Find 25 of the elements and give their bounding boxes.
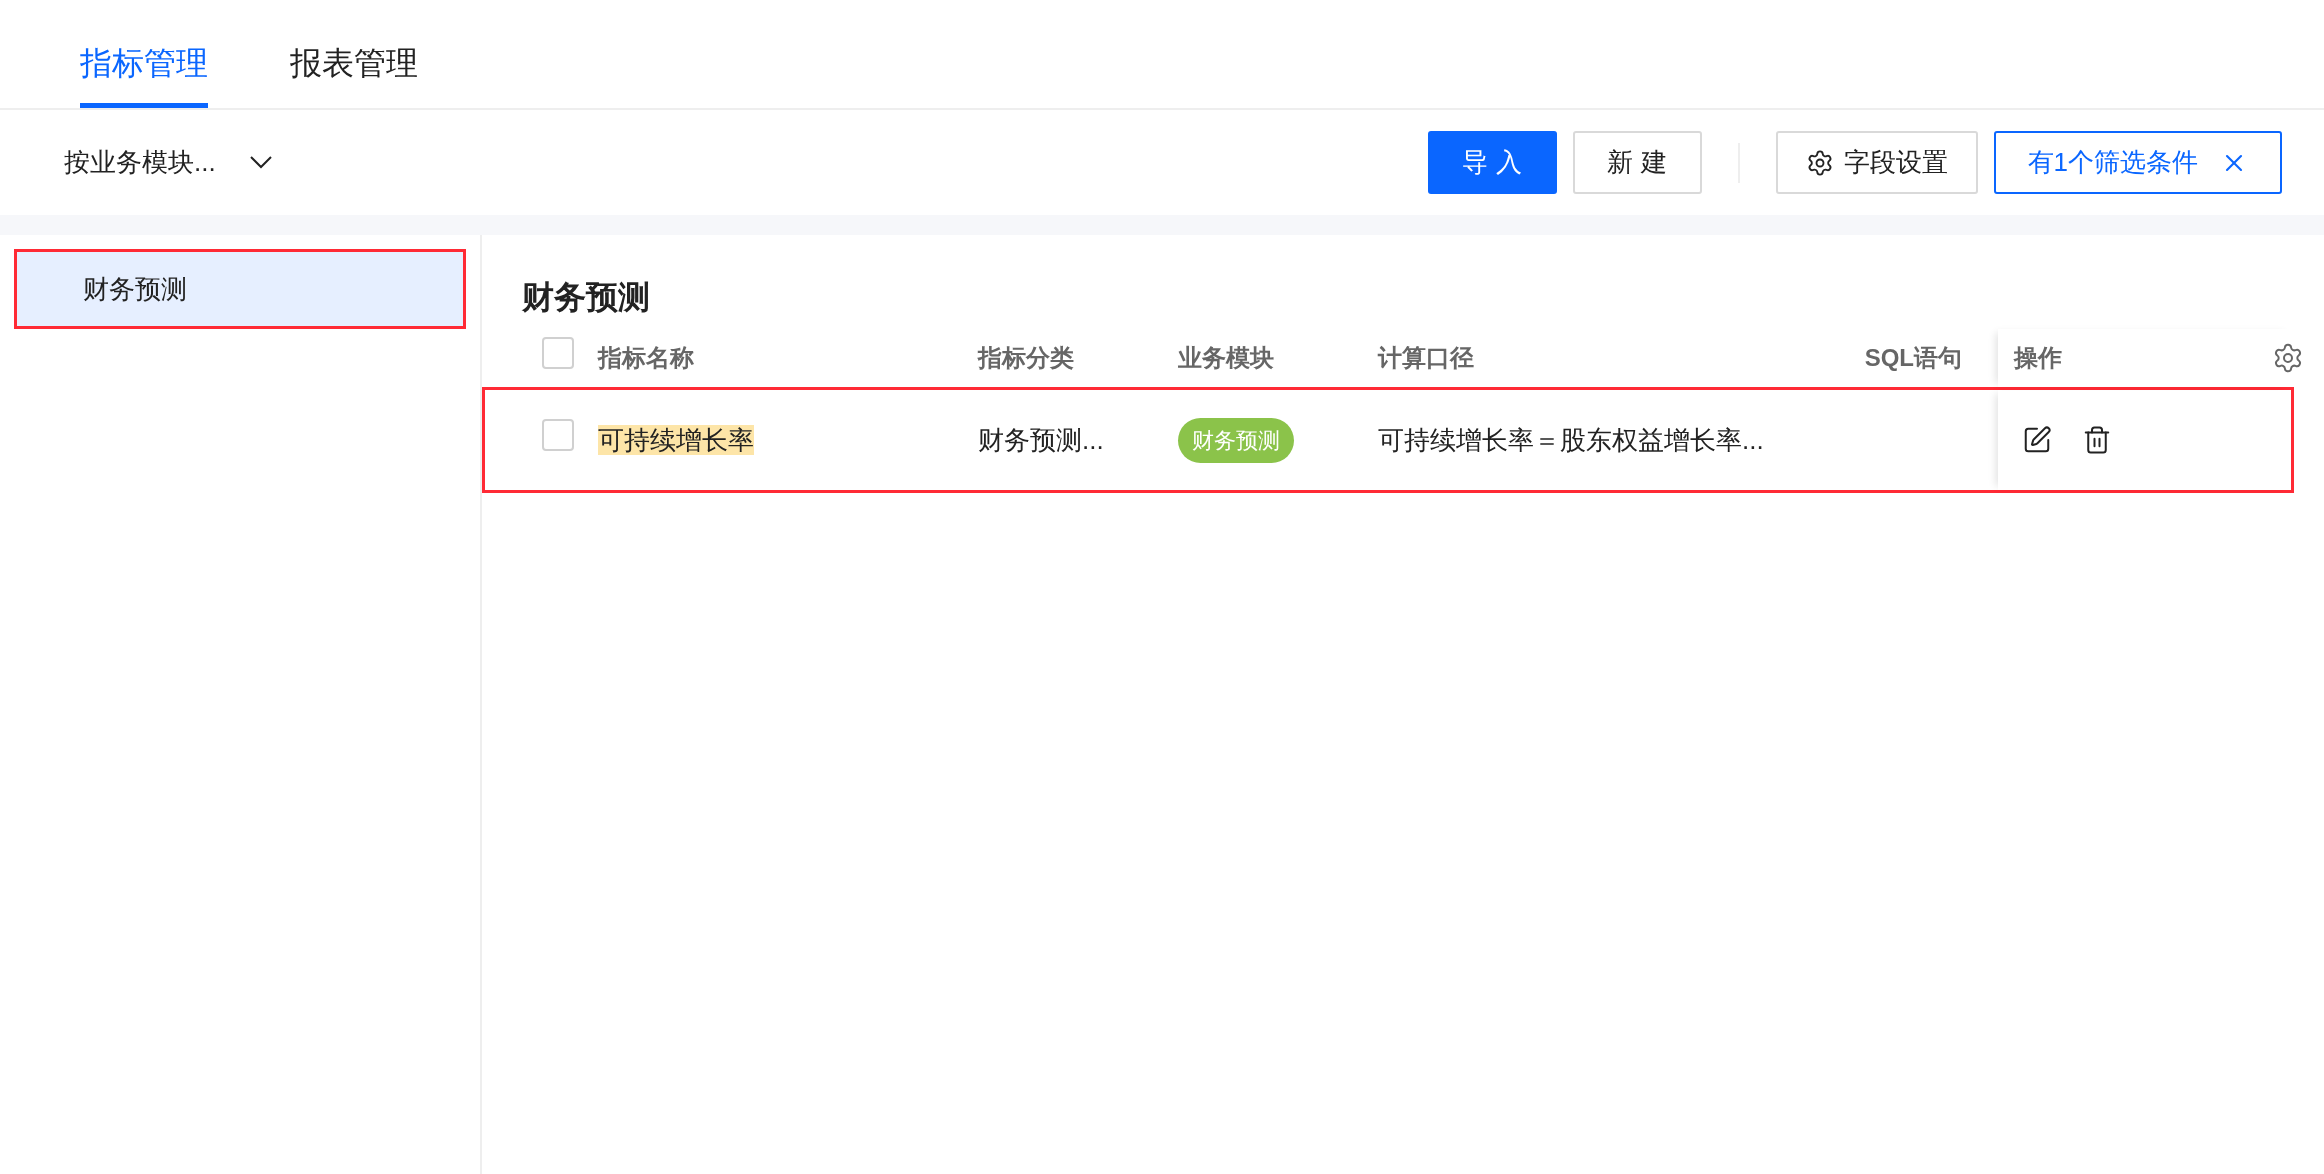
chevron-down-icon xyxy=(249,156,272,169)
section-title: 财务预测 xyxy=(521,278,651,317)
import-button[interactable]: 导 入 xyxy=(1427,131,1557,194)
group-dropdown[interactable]: 按业务模块... xyxy=(64,143,272,182)
checkbox[interactable] xyxy=(542,337,574,369)
new-button[interactable]: 新 建 xyxy=(1572,131,1702,194)
checkbox[interactable] xyxy=(542,418,574,451)
metric-name[interactable]: 可持续增长率 xyxy=(598,424,754,455)
delete-icon[interactable] xyxy=(2082,425,2112,455)
field-settings-button[interactable]: 字段设置 xyxy=(1775,131,1978,194)
column-header: 指标分类 xyxy=(978,344,1074,371)
sidebar-item[interactable]: 财务预测 xyxy=(14,249,466,329)
filter-button[interactable]: 有1个筛选条件 xyxy=(1993,131,2282,194)
tab[interactable]: 报表管理 xyxy=(290,0,418,108)
settings-icon[interactable] xyxy=(2272,342,2304,374)
column-header: SQL语句 xyxy=(1864,343,1962,373)
table-cell: 可持续增长率＝股东权益增长率... xyxy=(1378,424,1764,455)
module-tag: 财务预测 xyxy=(1178,417,1294,463)
tab[interactable]: 指标管理 xyxy=(80,0,208,108)
column-header: 计算口径 xyxy=(1378,343,1474,373)
column-header: 操作 xyxy=(2014,343,2062,373)
column-header: 指标名称 xyxy=(598,344,694,371)
table-cell: 财务预测... xyxy=(978,424,1104,455)
edit-icon[interactable] xyxy=(2022,425,2052,455)
column-header: 业务模块 xyxy=(1178,344,1274,371)
